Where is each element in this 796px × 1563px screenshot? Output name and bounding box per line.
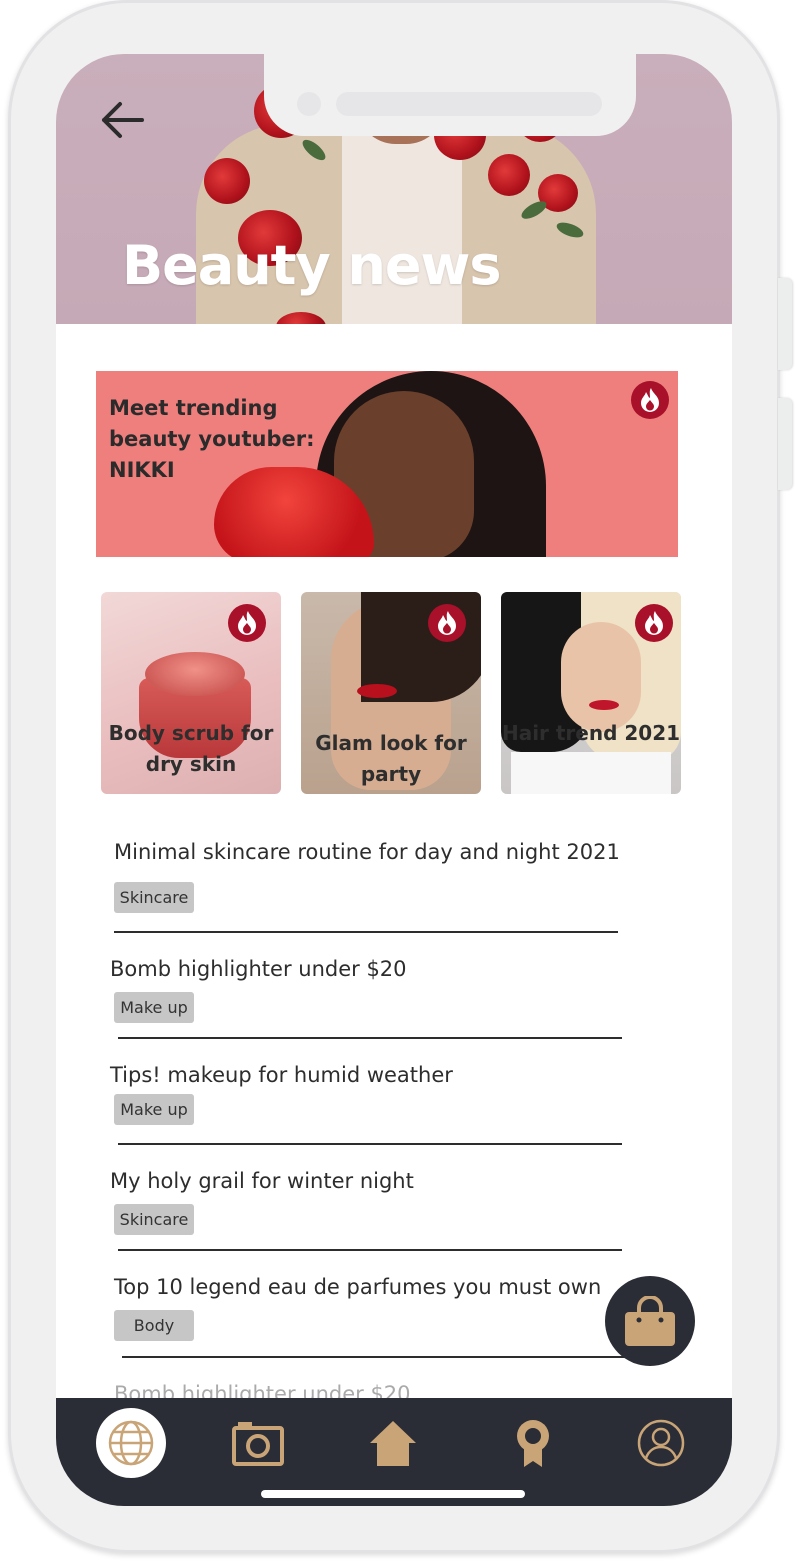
divider (118, 1249, 622, 1251)
featured-title: Meet trending beauty youtuber: NIKKI (109, 396, 315, 482)
phone-notch (264, 54, 636, 136)
phone-side-button (778, 278, 792, 370)
category-tag[interactable]: Skincare (114, 1204, 194, 1235)
article-title[interactable]: My holy grail for winter night (110, 1169, 414, 1193)
card-title: Hair trend 2021 (501, 721, 681, 745)
article-card[interactable]: Hair trend 2021 (501, 592, 681, 794)
trending-badge (228, 604, 266, 642)
article-title[interactable]: Tips! makeup for humid weather (110, 1063, 453, 1087)
bottom-nav-bar (56, 1398, 732, 1506)
fire-icon (641, 388, 659, 412)
fire-icon (238, 611, 256, 635)
home-indicator (261, 1490, 525, 1498)
globe-icon (108, 1420, 154, 1466)
card-title: Glam look for party (315, 731, 467, 786)
award-icon (517, 1420, 549, 1467)
nav-item-camera[interactable] (223, 1408, 293, 1478)
article-title[interactable]: Top 10 legend eau de parfumes you must o… (114, 1275, 601, 1299)
article-card[interactable]: Glam look for party (301, 592, 481, 794)
page-title: Beauty news (122, 234, 502, 297)
trending-badge (428, 604, 466, 642)
home-icon (370, 1421, 416, 1466)
category-tag[interactable]: Skincare (114, 882, 194, 913)
category-tag[interactable]: Body (114, 1310, 194, 1341)
fire-icon (645, 611, 663, 635)
divider (114, 931, 618, 933)
fire-icon (438, 611, 456, 635)
category-tag[interactable]: Make up (114, 992, 194, 1023)
app-screen: Beauty news Meet trending beauty youtube… (56, 54, 732, 1506)
user-icon (637, 1419, 685, 1467)
card-title: Body scrub for dry skin (108, 721, 274, 776)
camera-icon (232, 1422, 284, 1466)
phone-side-button (778, 398, 792, 490)
nav-item-explore[interactable] (96, 1408, 166, 1478)
featured-article-card[interactable]: Meet trending beauty youtuber: NIKKI (96, 371, 678, 557)
nav-item-home[interactable] (358, 1408, 428, 1478)
article-title[interactable]: Bomb highlighter under $20 (110, 957, 407, 981)
arrow-left-icon (102, 102, 144, 138)
nav-item-profile[interactable] (626, 1408, 696, 1478)
nav-item-rewards[interactable] (498, 1408, 568, 1478)
article-card[interactable]: Body scrub for dry skin (101, 592, 281, 794)
trending-badge (631, 381, 669, 419)
trending-badge (635, 604, 673, 642)
divider (122, 1356, 626, 1358)
divider (118, 1143, 622, 1145)
divider (118, 1037, 622, 1039)
category-tag[interactable]: Make up (114, 1094, 194, 1125)
article-title[interactable]: Minimal skincare routine for day and nig… (114, 840, 620, 864)
shopping-bag-icon (625, 1296, 675, 1346)
cart-button[interactable] (605, 1276, 695, 1366)
back-button[interactable] (96, 98, 148, 142)
